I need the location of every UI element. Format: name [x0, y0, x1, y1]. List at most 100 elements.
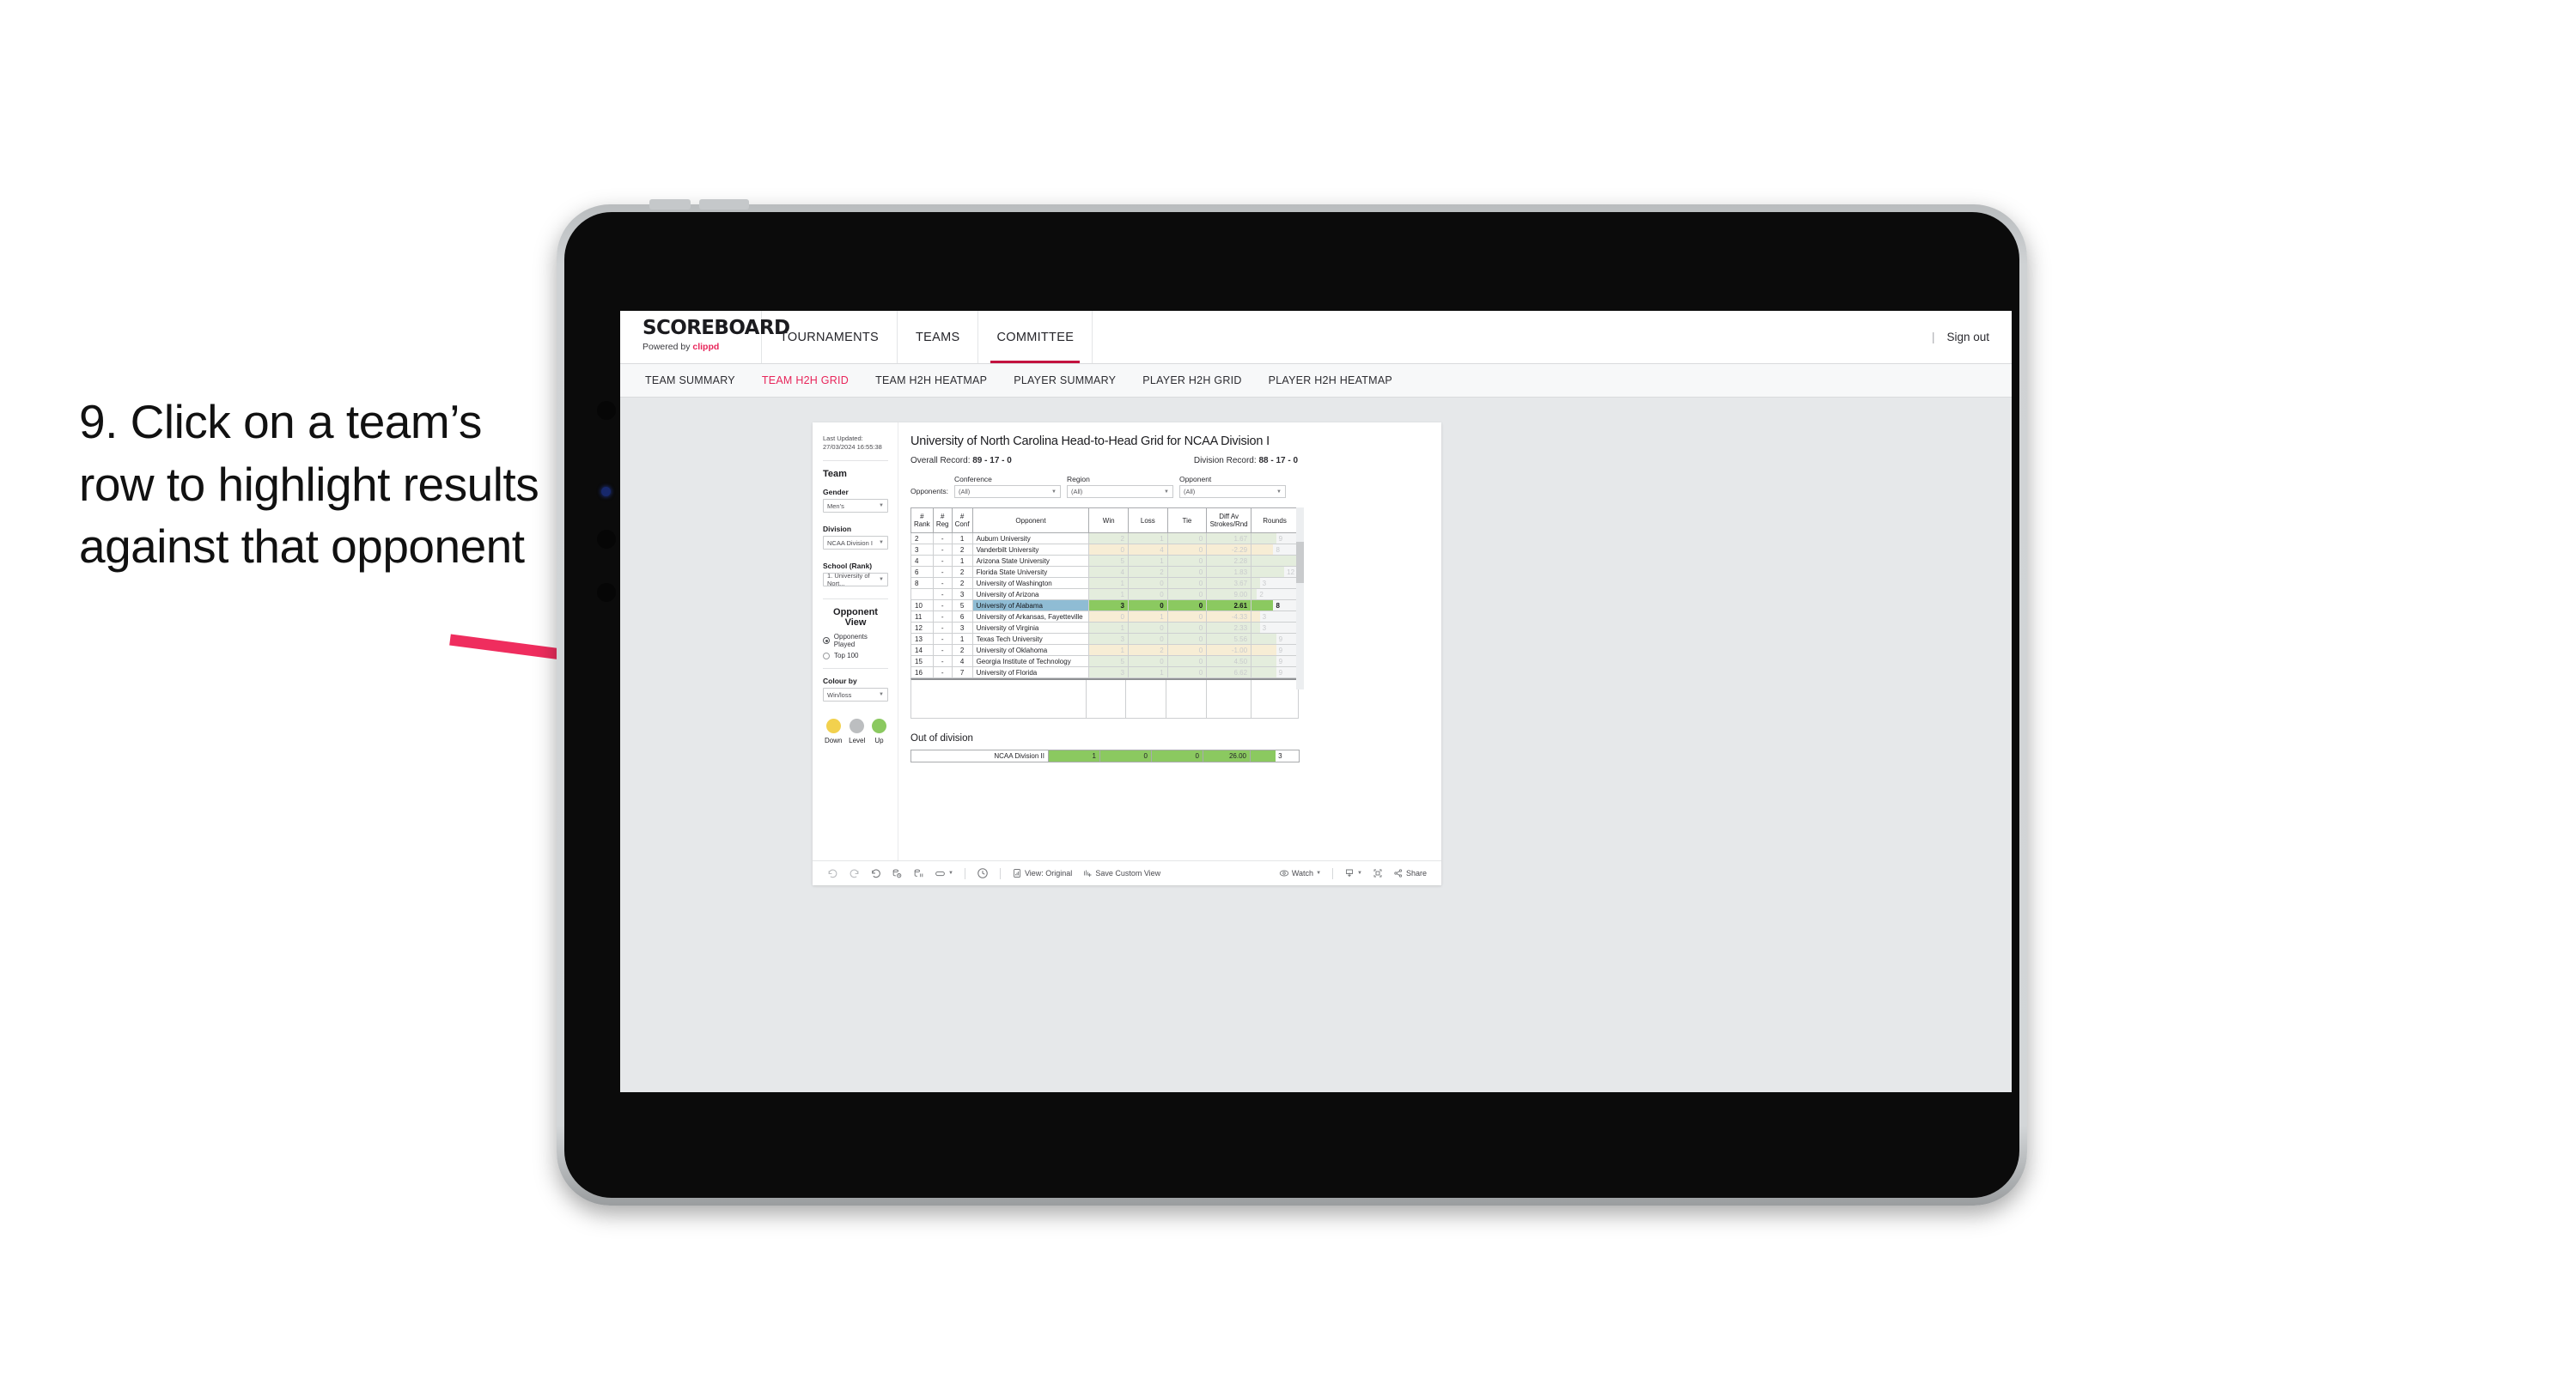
cell-tie: 0 [1166, 599, 1208, 611]
col-rounds: Rounds [1251, 507, 1299, 533]
cell-diff: 2.61 [1206, 599, 1252, 611]
cell-diff: 9.00 [1206, 588, 1252, 600]
workbook-toolbar: ▼ View: Original Save Custom View Watch … [813, 860, 1441, 885]
table-row[interactable]: 13-1 Texas Tech University 3 0 0 5.56 9 [910, 633, 1299, 645]
table-row[interactable]: 4-1Arizona State University5102.2817 [910, 555, 1299, 567]
division-select[interactable]: NCAA Division I ▼ [823, 536, 888, 550]
cell-rounds: 9 [1251, 633, 1299, 645]
tab-player-summary[interactable]: PLAYER SUMMARY [1002, 374, 1127, 386]
grid-vertical-scrollbar[interactable] [1296, 507, 1304, 689]
cell-conf: 1 [951, 555, 973, 567]
cell-rounds: 12 [1251, 566, 1299, 578]
col-conf-top: # [959, 513, 965, 520]
col-reg: # Reg [932, 507, 953, 533]
toolbar-divider-3 [1332, 867, 1334, 879]
clock-icon [977, 868, 988, 878]
gender-select[interactable]: Men’s ▼ [823, 499, 888, 513]
nav-teams[interactable]: TEAMS [898, 311, 979, 363]
save-custom-view-label: Save Custom View [1095, 869, 1161, 878]
redo-button[interactable] [844, 865, 864, 882]
pause-auto-update-button[interactable] [972, 865, 993, 882]
table-row[interactable]: 12-3 University of Virginia 1 0 0 2.33 3 [910, 622, 1299, 634]
table-row[interactable]: 6-2 Florida State University 4 2 0 1.83 12 [910, 566, 1299, 578]
view-original-button[interactable]: View: Original [1008, 865, 1076, 882]
filter-region-label: Region [1066, 475, 1090, 483]
sign-out-area: | Sign out [1932, 311, 2012, 363]
table-row[interactable]: 8-2 University of Washington 1 0 0 3.67 3 [910, 577, 1299, 589]
pause-updates-button[interactable] [909, 865, 929, 882]
nav-tournaments[interactable]: TOURNAMENTS [762, 311, 898, 363]
rounds-value: 9 [1278, 635, 1283, 643]
cell-conf: 3 [951, 622, 973, 634]
full-screen-button[interactable] [1368, 865, 1387, 882]
nav-committee[interactable]: COMMITTEE [978, 311, 1093, 363]
clippd-wordmark: clippd [692, 342, 720, 352]
table-row[interactable]: 11-6 University of Arkansas, Fayetteville… [910, 610, 1299, 623]
sign-out-link[interactable]: Sign out [1946, 331, 1989, 343]
save-custom-view-button[interactable]: Save Custom View [1078, 865, 1165, 882]
sign-out-separator: | [1931, 331, 1935, 343]
col-diff-bottom: Strokes/Rnd [1209, 520, 1248, 528]
filter-region-select[interactable]: (All) ▼ [1066, 485, 1173, 498]
cell-conf: 1 [951, 532, 973, 544]
radio-top-100[interactable]: Top 100 [823, 652, 888, 659]
out-of-division-row[interactable]: NCAA Division II 1 0 0 26.00 3 [910, 750, 1300, 762]
rounds-value: 9 [1278, 657, 1283, 665]
download-button[interactable]: ▼ [1340, 865, 1367, 882]
viz-main: University of North Carolina Head-to-Hea… [898, 422, 1441, 885]
table-row[interactable]: 3-2 Vanderbilt University 0 4 0 -2.29 8 [910, 544, 1299, 556]
tab-player-h2h-grid[interactable]: PLAYER H2H GRID [1131, 374, 1252, 386]
download-icon [1346, 869, 1353, 878]
filter-conference-select[interactable]: (All) ▼ [953, 485, 1061, 498]
table-row[interactable]: 16-7 University of Florida 3 1 0 6.62 9 [910, 666, 1299, 678]
tab-team-h2h-grid[interactable]: TEAM H2H GRID [751, 374, 860, 386]
cell-reg: - [932, 622, 953, 634]
refresh-data-button[interactable] [887, 865, 907, 882]
cell-loss: 1 [1127, 555, 1168, 567]
cell-loss: 0 [1127, 622, 1168, 634]
cell-conf: 2 [951, 544, 973, 556]
volume-up-button[interactable] [649, 199, 691, 210]
division-value: NCAA Division I [827, 538, 873, 547]
filter-conference-value: (All) [958, 488, 971, 495]
device-layout-button[interactable]: ▼ [930, 865, 958, 882]
table-row[interactable]: -3 University of Arizona 1 0 0 9.00 2 [910, 588, 1299, 600]
viz-container: Last Updated: 27/03/2024 16:55:38 Team G… [813, 422, 1441, 885]
colour-by-select[interactable]: Win/loss ▼ [823, 688, 888, 702]
school-rank-select[interactable]: 1. University of Nort... ▼ [823, 572, 888, 587]
table-row[interactable]: 15-4 Georgia Institute of Technology 5 0 0 4.… [910, 655, 1299, 667]
radio-opponents-played[interactable]: Opponents Played [823, 633, 888, 648]
cell-rank: 15 [910, 655, 934, 667]
tab-player-h2h-heatmap[interactable]: PLAYER H2H HEATMAP [1258, 374, 1404, 386]
undo-button[interactable] [823, 865, 843, 882]
cell-opponent: University of Arizona [971, 588, 1090, 600]
tab-team-summary[interactable]: TEAM SUMMARY [634, 374, 746, 386]
table-row[interactable]: 14-2 University of Oklahoma 1 2 0 -1.00 9 [910, 644, 1299, 656]
filter-opponent-select[interactable]: (All) ▼ [1178, 485, 1286, 498]
col-rank-top: # [920, 513, 924, 520]
rounds-value: 2 [1259, 590, 1264, 598]
table-row[interactable]: 2-1 Auburn University 2 1 0 1.67 9 [910, 532, 1299, 544]
cell-reg: - [932, 599, 953, 611]
watch-button[interactable]: Watch ▼ [1275, 865, 1325, 882]
ood-rounds-cell: 3 [1250, 750, 1300, 762]
viz-title: University of North Carolina Head-to-Hea… [910, 434, 1270, 448]
cell-loss: 0 [1127, 633, 1168, 645]
cell-reg: - [932, 532, 953, 544]
tab-team-h2h-heatmap[interactable]: TEAM H2H HEATMAP [864, 374, 998, 386]
cell-conf: 6 [951, 610, 973, 623]
cell-win: 3 [1088, 599, 1129, 611]
tablet-bezel: SCOREBOARD Powered by clippd TOURNAMENTS… [564, 212, 2019, 1198]
rounds-value: 9 [1278, 534, 1283, 543]
instruction-annotation: 9. Click on a team’s row to highlight re… [79, 395, 539, 574]
revert-button[interactable] [866, 865, 886, 882]
share-button[interactable]: Share [1389, 865, 1431, 882]
cell-win: 1 [1088, 644, 1129, 656]
out-of-division-table: NCAA Division II 1 0 0 26.00 3 [910, 750, 1300, 762]
cell-win: 1 [1088, 622, 1129, 634]
cell-diff: 2.33 [1206, 622, 1252, 634]
table-row[interactable]: 10-5 University of Alabama 3 0 0 2.61 8 [910, 599, 1299, 611]
volume-down-button[interactable] [699, 199, 749, 210]
scrollbar-thumb[interactable] [1296, 542, 1304, 583]
cell-rank: 13 [910, 633, 934, 645]
